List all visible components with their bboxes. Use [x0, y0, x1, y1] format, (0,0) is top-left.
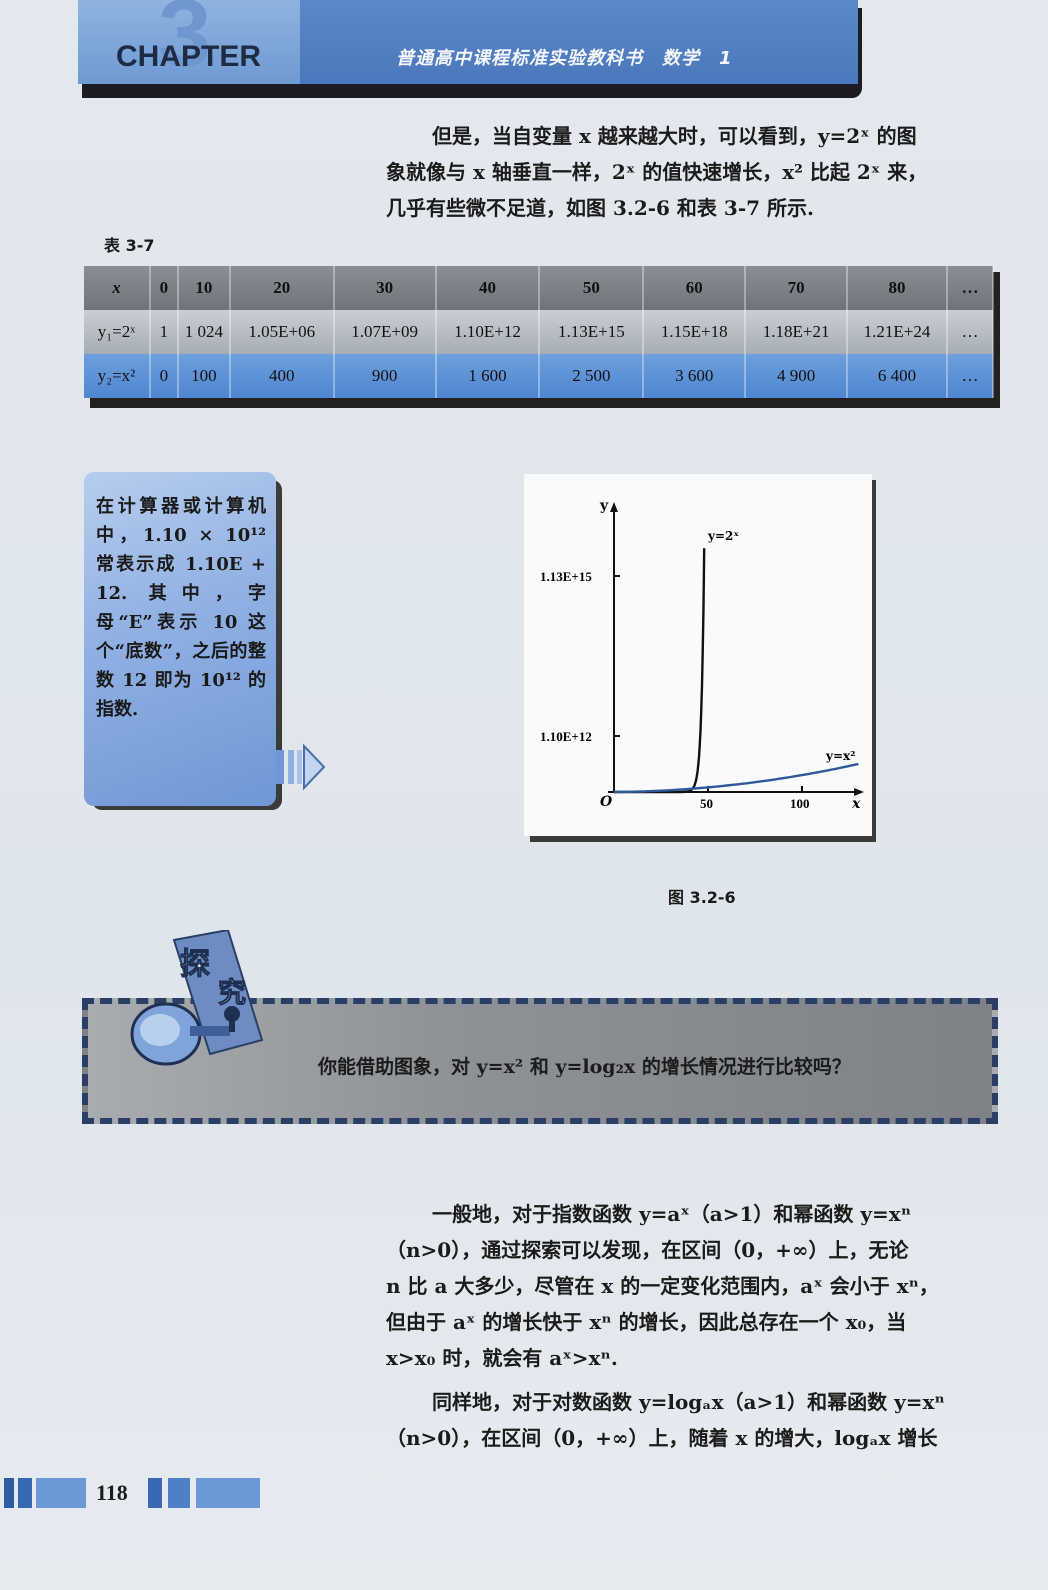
table-row-power: y₂=x² 0 100 400 900 1 600 2 500 3 600 4 …: [84, 354, 995, 398]
table-cell: 1.13E+15: [539, 310, 645, 354]
table-header-cell: 80: [847, 266, 948, 310]
table-caption: 表 3-7: [104, 236, 155, 255]
table-header-cell: 40: [435, 266, 541, 310]
table-cell: 1.05E+06: [229, 310, 335, 354]
table-header-cell: 60: [643, 266, 747, 310]
data-table: x 0 10 20 30 40 50 60 70 80 … y₁=2ˣ 1 1 …: [84, 266, 995, 398]
explore-question: 你能借助图象，对 y=x² 和 y=log₂x 的增长情况进行比较吗？: [318, 1056, 851, 1078]
exp-curve: [614, 548, 706, 794]
table-cell: 400: [229, 354, 335, 398]
row-label: y₂=x²: [84, 354, 151, 398]
table-cell: 6 400: [847, 354, 948, 398]
table-header-cell: …: [946, 266, 995, 310]
figure-caption: 图 3.2-6: [668, 888, 736, 907]
table-cell: 1.10E+12: [435, 310, 541, 354]
table-cell: 1 024: [177, 310, 231, 354]
table-cell: 4 900: [745, 354, 849, 398]
body-p1-line-5: x>x₀ 时，就会有 aˣ>xⁿ.: [386, 1346, 618, 1370]
table-cell: 900: [333, 354, 437, 398]
x-tick-label: 50: [700, 796, 713, 811]
svg-text:究: 究: [218, 976, 246, 1009]
table-cell: 100: [177, 354, 231, 398]
x-axis-arrow: [854, 788, 864, 796]
footer-bar: [168, 1478, 190, 1508]
table-cell: 3 600: [643, 354, 747, 398]
intro-line-3: 几乎有些微不足道，如图 3.2-6 和表 3-7 所示.: [386, 196, 814, 220]
footer-bar: [18, 1478, 32, 1508]
table-cell: 0: [149, 354, 179, 398]
table-row-exponential: y₁=2ˣ 1 1 024 1.05E+06 1.07E+09 1.10E+12…: [84, 310, 995, 354]
svg-text:探: 探: [180, 947, 210, 982]
table-cell: 1.07E+09: [333, 310, 437, 354]
table-cell: 1 600: [435, 354, 541, 398]
row-label: y₁=2ˣ: [84, 310, 151, 354]
chapter-label: CHAPTER: [116, 40, 262, 73]
growth-chart: y x O 1.13E+15 1.10E+12 50 100 y=2ˣ y=x²: [540, 498, 864, 812]
figure-box: y x O 1.13E+15 1.10E+12 50 100 y=2ˣ y=x²: [524, 474, 872, 836]
y-tick-label: 1.13E+15: [540, 569, 592, 584]
body-p1-line-3: n 比 a 大多少，尽管在 x 的一定变化范围内，aˣ 会小于 xⁿ，: [386, 1274, 939, 1298]
intro-line-1: 但是，当自变量 x 越来越大时，可以看到，y=2ˣ 的图: [432, 124, 917, 148]
side-note-text: 在计算器或计算机中，1.10 × 10¹² 常表示成 1.10E + 12. 其…: [96, 496, 266, 720]
body-p1-line-4: 但由于 aˣ 的增长快于 xⁿ 的增长，因此总存在一个 x₀，当: [386, 1310, 907, 1334]
intro-line-2: 象就像与 x 轴垂直一样，2ˣ 的值快速增长，x² 比起 2ˣ 来，: [386, 160, 928, 184]
table-header-cell: 70: [745, 266, 849, 310]
footer-bar: [148, 1478, 162, 1508]
x-tick-label: 100: [790, 796, 810, 811]
table-header-cell: 10: [177, 266, 231, 310]
table-cell: 2 500: [539, 354, 645, 398]
y-axis-arrow: [610, 502, 618, 512]
table-header-cell: 0: [149, 266, 179, 310]
table-header-label: x: [84, 266, 151, 310]
body-p2-line-1: 同样地，对于对数函数 y=logₐx（a>1）和幂函数 y=xⁿ: [432, 1390, 945, 1414]
table-header-row: x 0 10 20 30 40 50 60 70 80 …: [84, 266, 995, 310]
footer-bar: [36, 1478, 86, 1508]
body-p1-line-1: 一般地，对于指数函数 y=aˣ（a>1）和幂函数 y=xⁿ: [432, 1202, 912, 1226]
origin-label: O: [600, 794, 613, 810]
footer-bar: [196, 1478, 260, 1508]
y-axis-label: y: [599, 498, 609, 514]
table-header-cell: 50: [539, 266, 645, 310]
power-curve-label: y=x²: [825, 749, 855, 763]
arrow-icon: [276, 743, 326, 791]
power-curve: [614, 762, 859, 794]
header-right-panel: [300, 0, 858, 84]
table-header-cell: 30: [333, 266, 437, 310]
table-cell: …: [946, 310, 995, 354]
body-p1-line-2: （n>0），通过探索可以发现，在区间（0，+∞）上，无论: [386, 1238, 909, 1262]
table-cell: 1.15E+18: [643, 310, 747, 354]
footer-bar: [4, 1478, 14, 1508]
table-header-cell: 20: [229, 266, 335, 310]
page-number: 118: [96, 1480, 128, 1505]
y-tick-label: 1.10E+12: [540, 729, 592, 744]
exp-curve-label: y=2ˣ: [707, 529, 739, 543]
explore-key-icon: 探 究: [130, 930, 264, 1066]
book-title: 普通高中课程标准实验教科书 数学 1: [396, 48, 733, 69]
table-cell: 1.18E+21: [745, 310, 849, 354]
x-axis-label: x: [851, 796, 861, 812]
table-cell: 1.21E+24: [847, 310, 948, 354]
table-cell: …: [946, 354, 995, 398]
table-cell: 1: [149, 310, 179, 354]
body-p2-line-2: （n>0），在区间（0，+∞）上，随着 x 的增大，logₐx 增长: [386, 1426, 938, 1450]
